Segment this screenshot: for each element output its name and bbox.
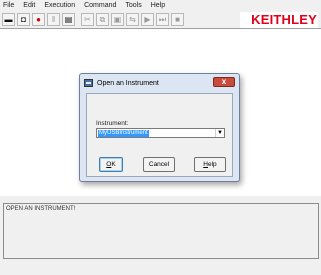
menu-file[interactable]: File [3,0,14,11]
play-icon[interactable]: ▶ [141,13,154,26]
menu-command[interactable]: Command [84,0,116,11]
copy-icon[interactable]: ⧉ [96,13,109,26]
menu-edit[interactable]: Edit [23,0,35,11]
help-label: elp [208,161,217,168]
ok-button[interactable]: OK [99,157,123,172]
menu-help[interactable]: Help [151,0,165,11]
paste-icon[interactable]: ▣ [111,13,124,26]
record-icon[interactable]: ● [32,13,45,26]
window-icon [84,79,93,87]
menu-execution[interactable]: Execution [44,0,75,11]
close-button[interactable]: x [213,77,235,87]
step-icon[interactable]: ⏭ [156,13,169,26]
open-instrument-dialog: Open an Instrument x Instrument: MyUSBIn… [79,73,240,182]
keithley-logo: KEITHLEY [240,12,318,28]
toolbar: ▬ ◘ ● ‖ ▤ ✂ ⧉ ▣ ⇆ ▶ ⏭ ■ KEITHLEY [0,11,321,29]
instrument-label: Instrument: [96,120,129,127]
dialog-body: Instrument: MyUSBInstrument ▼ OK Cancel … [86,93,233,177]
new-icon[interactable]: ▬ [2,13,15,26]
selected-instrument: MyUSBInstrument [98,130,149,137]
help-button[interactable]: Help [194,157,226,172]
cancel-label: Cancel [148,161,170,168]
print-icon[interactable]: ▤ [62,13,75,26]
menu-bar: File Edit Execution Command Tools Help [0,0,321,11]
chevron-down-icon[interactable]: ▼ [215,129,224,137]
stop-icon[interactable]: ■ [171,13,184,26]
instrument-select[interactable]: MyUSBInstrument ▼ [96,128,225,138]
menu-tools[interactable]: Tools [125,0,141,11]
ok-label: K [111,161,116,168]
run-icon[interactable]: ⇆ [126,13,139,26]
pause-icon[interactable]: ‖ [47,13,60,26]
output-panel: OPEN AN INSTRUMENT! [3,203,319,259]
instrument-icon[interactable]: ◘ [17,13,30,26]
dialog-title: Open an Instrument [97,79,159,87]
cancel-button[interactable]: Cancel [143,157,175,172]
output-text: OPEN AN INSTRUMENT! [6,206,76,212]
cut-icon[interactable]: ✂ [81,13,94,26]
